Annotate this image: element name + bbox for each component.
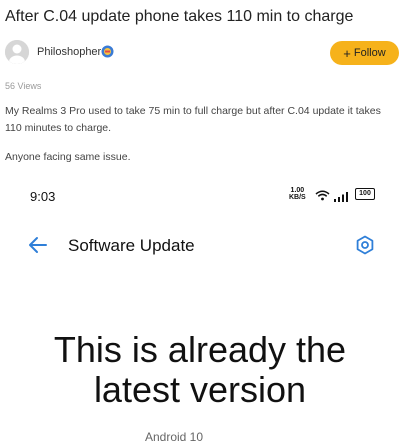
network-speed: 1.00 KB/S: [289, 187, 306, 201]
avatar-icon: [5, 40, 29, 64]
status-message: This is already the latest version: [0, 330, 400, 410]
post-title: After C.04 update phone takes 110 min to…: [5, 8, 354, 25]
post-body-2: Anyone facing same issue.: [5, 151, 131, 163]
author-name[interactable]: Philoshopher: [37, 46, 101, 58]
view-count: 56 Views: [5, 81, 42, 91]
plus-icon: +: [343, 45, 351, 61]
follow-label: Follow: [353, 47, 386, 59]
avatar[interactable]: [5, 40, 29, 64]
page-title: Software Update: [68, 236, 195, 255]
badge-icon: [101, 45, 114, 58]
back-arrow-icon[interactable]: [28, 236, 48, 259]
wifi-icon: [315, 188, 330, 206]
android-version: Android 10: [144, 430, 204, 444]
signal-icon: [334, 189, 350, 207]
network-speed-value: 1.00: [290, 187, 305, 194]
battery-icon: 100: [355, 188, 375, 200]
post-body: My Realms 3 Pro used to take 75 min to f…: [5, 105, 381, 134]
follow-button[interactable]: + Follow: [330, 41, 399, 65]
network-speed-unit: KB/S: [289, 194, 306, 201]
status-message-line2: latest version: [93, 369, 307, 410]
status-message-line1: This is already the: [53, 329, 347, 370]
status-time: 9:03: [30, 189, 56, 204]
settings-icon[interactable]: [355, 235, 375, 260]
